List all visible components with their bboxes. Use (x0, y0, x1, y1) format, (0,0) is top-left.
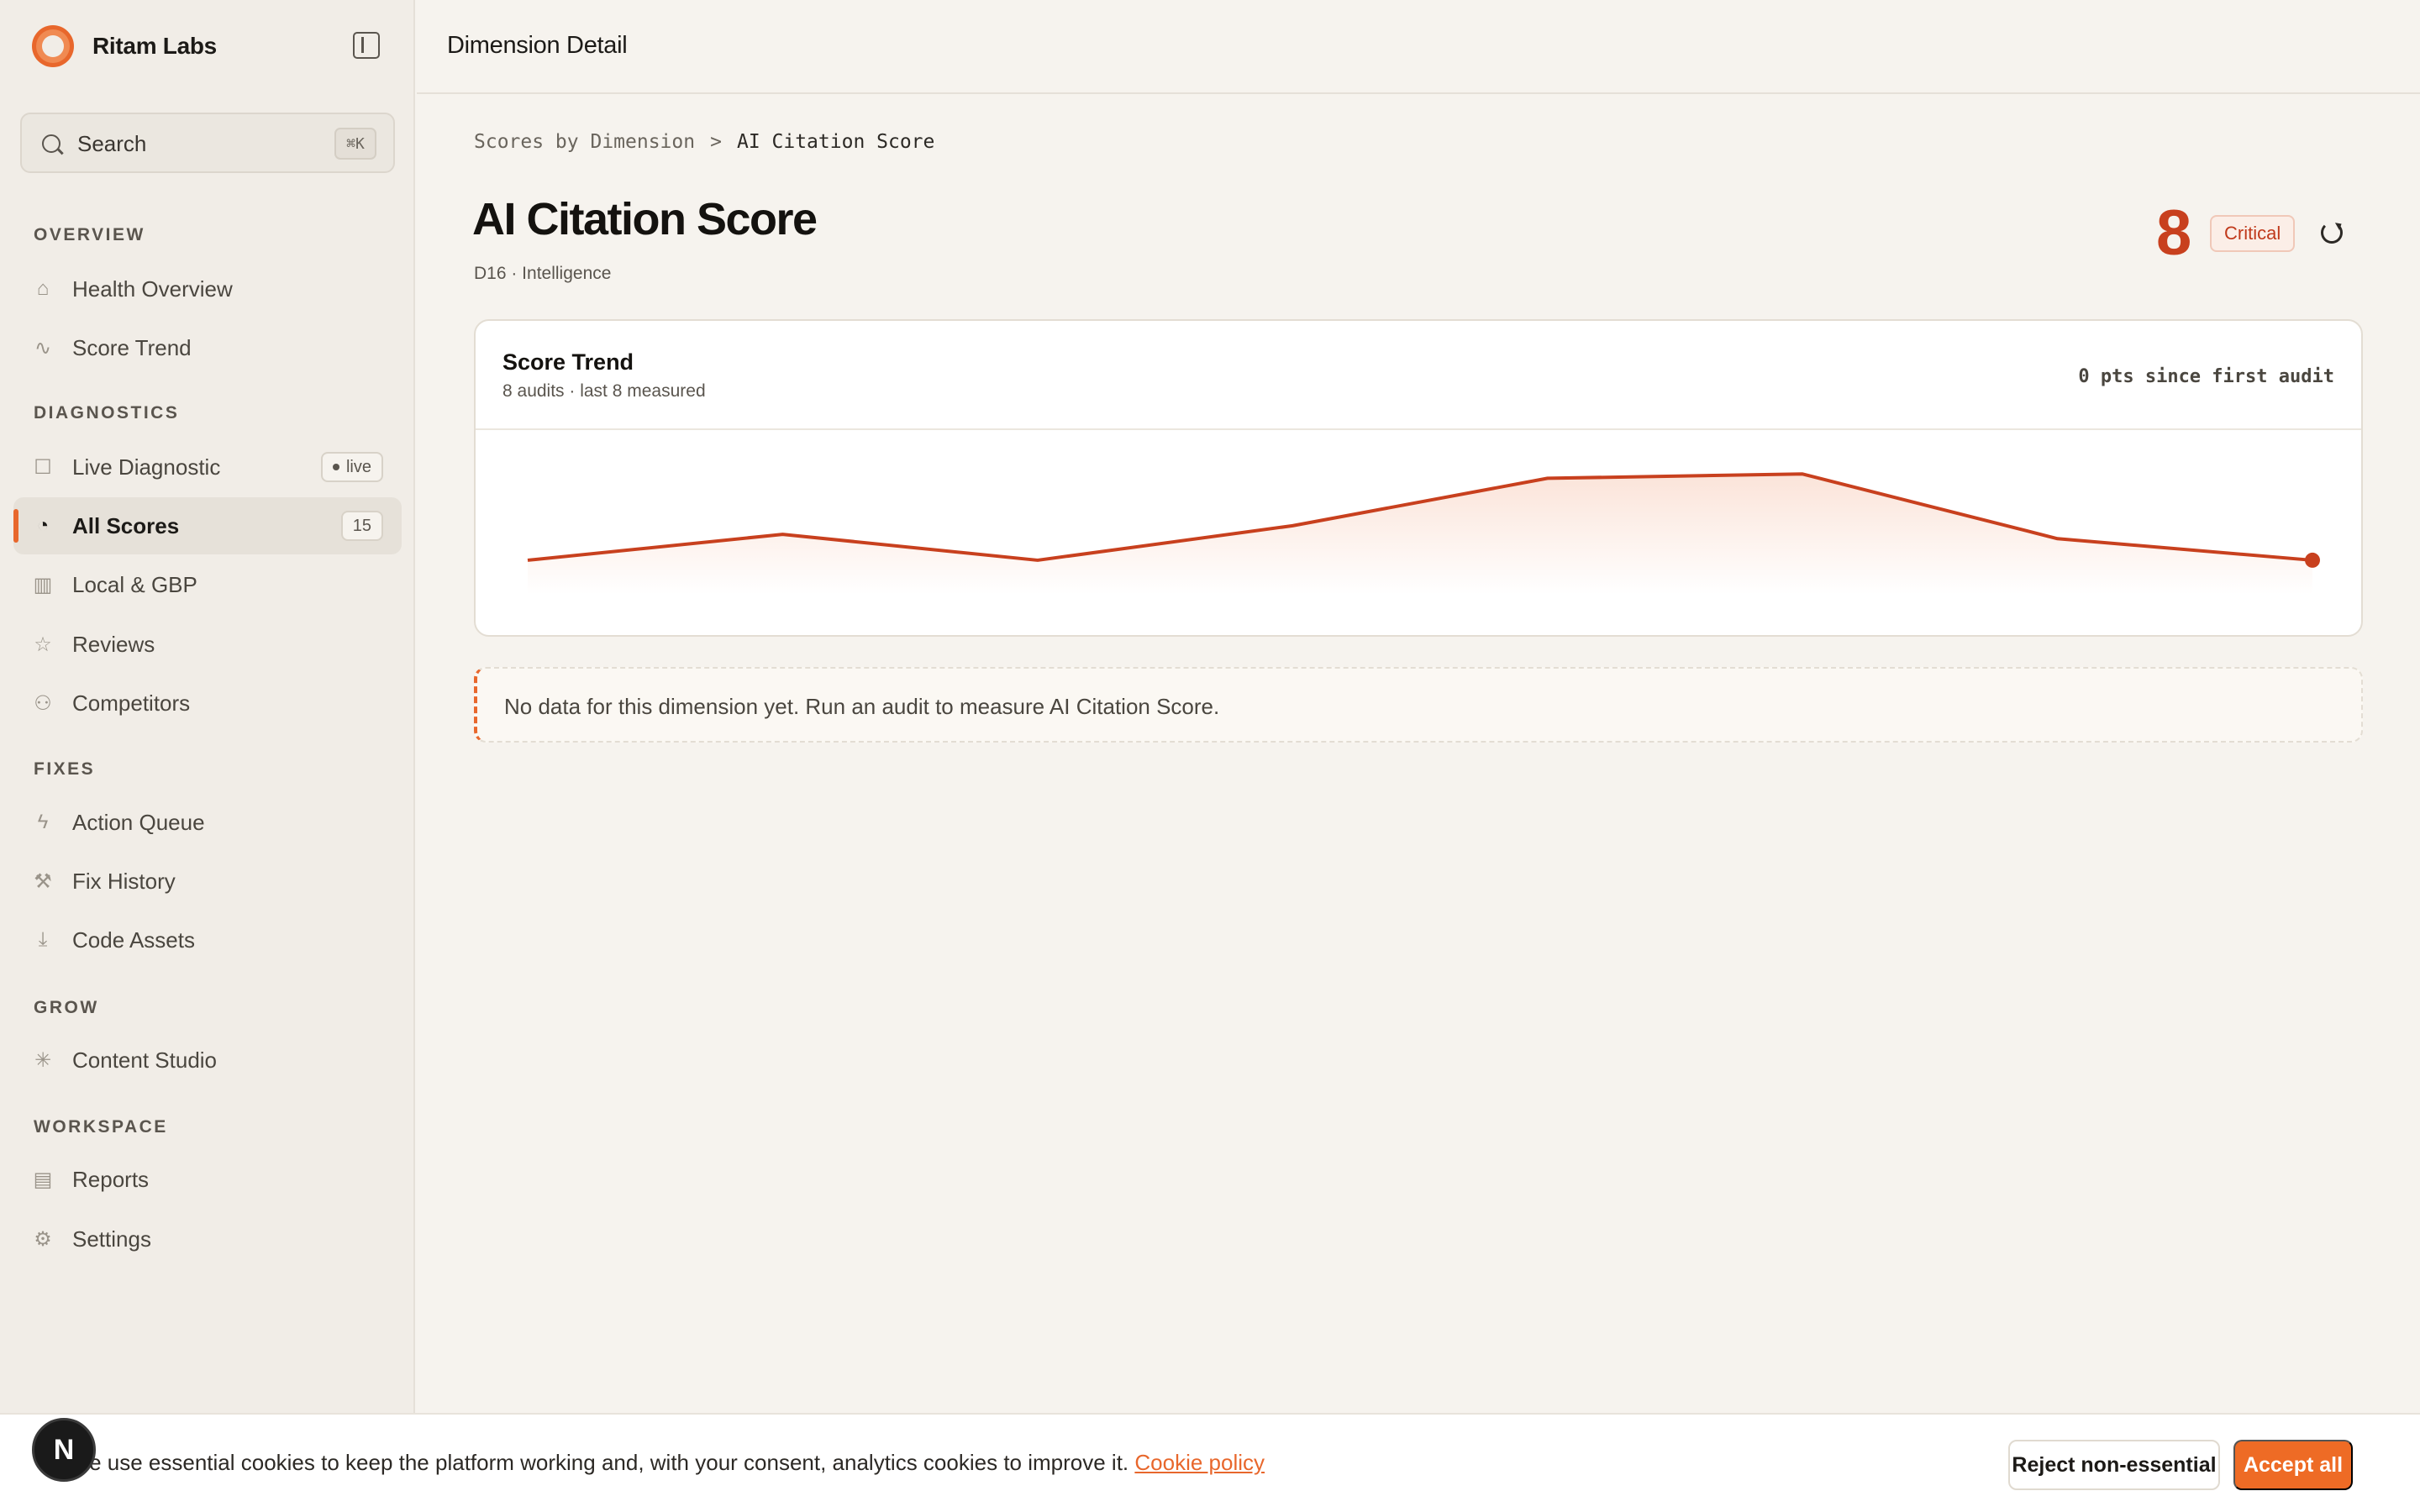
sparkle-icon: ✳ (34, 1048, 52, 1072)
page-title: AI Citation Score (472, 194, 818, 244)
sidebar-item-label: Live Diagnostic (72, 454, 221, 480)
score-trend-chart (527, 472, 2320, 595)
score-delta: 0 pts since first audit (2078, 366, 2334, 387)
latest-point[interactable] (2305, 552, 2320, 568)
section-diagnostics: DIAGNOSTICS (34, 403, 180, 423)
breadcrumb-parent[interactable]: Scores by Dimension (474, 131, 695, 153)
section-workspace: WORKSPACE (34, 1117, 168, 1137)
section-fixes: FIXES (34, 759, 96, 779)
live-badge: live (320, 452, 383, 482)
card-subtitle: 8 audits · last 8 measured (502, 381, 706, 401)
dimension-score: 8 (2156, 197, 2192, 269)
brand[interactable]: Ritam Labs (32, 25, 217, 67)
refresh-icon[interactable] (2321, 222, 2343, 244)
breadcrumb: Scores by Dimension > AI Citation Score (474, 131, 934, 153)
accept-cookies-button[interactable]: Accept all (2233, 1440, 2353, 1490)
breadcrumb-current: AI Citation Score (736, 131, 935, 153)
sidebar-item-reports[interactable]: ▤ Reports (13, 1151, 402, 1208)
sidebar-item-label: Score Trend (72, 334, 192, 360)
gear-icon: ⚙ (34, 1227, 52, 1251)
sidebar-item-label: Settings (72, 1226, 151, 1252)
sidebar-item-label: Reports (72, 1166, 150, 1192)
sidebar-item-health-overview[interactable]: ⌂ Health Overview (13, 260, 402, 318)
page-subtitle: D16 · Intelligence (474, 264, 612, 283)
section-overview: OVERVIEW (34, 225, 145, 244)
sidebar-item-label: Competitors (72, 690, 191, 716)
download-icon: ⤓ (38, 928, 48, 951)
sidebar-item-label: Health Overview (72, 276, 233, 302)
empty-state-notice: No data for this dimension yet. Run an a… (474, 667, 2363, 743)
avatar[interactable]: N (32, 1418, 96, 1482)
sidebar: Ritam Labs Search ⌘K OVERVIEW ⌂ Health O… (0, 0, 415, 1512)
sidebar-item-score-trend[interactable]: ∿ Score Trend (13, 319, 402, 376)
pulse-icon: ∿ (34, 336, 52, 360)
sidebar-item-local-gbp[interactable]: ▥ Local & GBP (13, 556, 402, 613)
sidebar-collapse-icon[interactable] (353, 32, 380, 59)
sidebar-item-reviews[interactable]: ☆ Reviews (13, 616, 402, 673)
brand-logo-icon (32, 25, 74, 67)
wrench-icon: ⚒ (34, 869, 52, 893)
sidebar-item-settings[interactable]: ⚙ Settings (13, 1210, 402, 1268)
header-title: Dimension Detail (447, 32, 628, 59)
home-icon: ⌂ (36, 277, 50, 300)
search-input[interactable]: Search ⌘K (20, 113, 395, 173)
sidebar-item-label: All Scores (72, 512, 180, 538)
sidebar-item-label: Reviews (72, 631, 155, 657)
map-icon: ▥ (33, 573, 53, 596)
users-icon: ⚇ (34, 691, 52, 715)
cookie-banner: We use essential cookies to keep the pla… (0, 1413, 2420, 1512)
search-label: Search (77, 131, 147, 156)
sidebar-item-action-queue[interactable]: ϟ Action Queue (13, 794, 402, 851)
star-icon: ☆ (34, 633, 52, 656)
count-badge: 15 (340, 511, 383, 541)
sidebar-item-all-scores[interactable]: ◔ All Scores 15 (13, 497, 402, 554)
document-icon: ▤ (33, 1168, 53, 1191)
score-trend-card: Score Trend 8 audits · last 8 measured 0… (474, 319, 2363, 637)
top-header: Dimension Detail (417, 0, 2420, 94)
sidebar-item-label: Fix History (72, 868, 176, 894)
card-title: Score Trend (502, 349, 634, 375)
card-header: Score Trend 8 audits · last 8 measured 0… (476, 321, 2361, 430)
status-badge: Critical (2210, 215, 2296, 252)
sidebar-item-fix-history[interactable]: ⚒ Fix History (13, 853, 402, 910)
reject-cookies-button[interactable]: Reject non-essential (2008, 1440, 2220, 1490)
search-shortcut: ⌘K (334, 128, 376, 160)
gauge-icon: ◔ (36, 514, 50, 537)
notice-text: No data for this dimension yet. Run an a… (504, 694, 1220, 719)
section-grow: GROW (34, 998, 99, 1017)
lightning-icon: ϟ (37, 811, 49, 833)
sidebar-item-label: Action Queue (72, 809, 205, 835)
sidebar-item-label: Content Studio (72, 1047, 218, 1073)
sidebar-item-competitors[interactable]: ⚇ Competitors (13, 675, 402, 732)
live-badge-label: live (345, 457, 371, 476)
sidebar-item-label: Code Assets (72, 927, 195, 953)
breadcrumb-separator: > (710, 131, 722, 153)
cookie-message: We use essential cookies to keep the pla… (69, 1450, 1129, 1475)
bot-icon: ☐ (34, 455, 52, 479)
live-dot-icon (332, 464, 339, 470)
sidebar-item-label: Local & GBP (72, 571, 197, 597)
cookie-text: We use essential cookies to keep the pla… (69, 1450, 1265, 1476)
brand-name: Ritam Labs (92, 33, 217, 59)
sidebar-item-content-studio[interactable]: ✳ Content Studio (13, 1032, 402, 1089)
search-icon (42, 134, 60, 153)
sidebar-item-code-assets[interactable]: ⤓ Code Assets (13, 911, 402, 969)
sidebar-item-live-diagnostic[interactable]: ☐ Live Diagnostic live (13, 438, 402, 496)
cookie-policy-link[interactable]: Cookie policy (1134, 1450, 1265, 1475)
